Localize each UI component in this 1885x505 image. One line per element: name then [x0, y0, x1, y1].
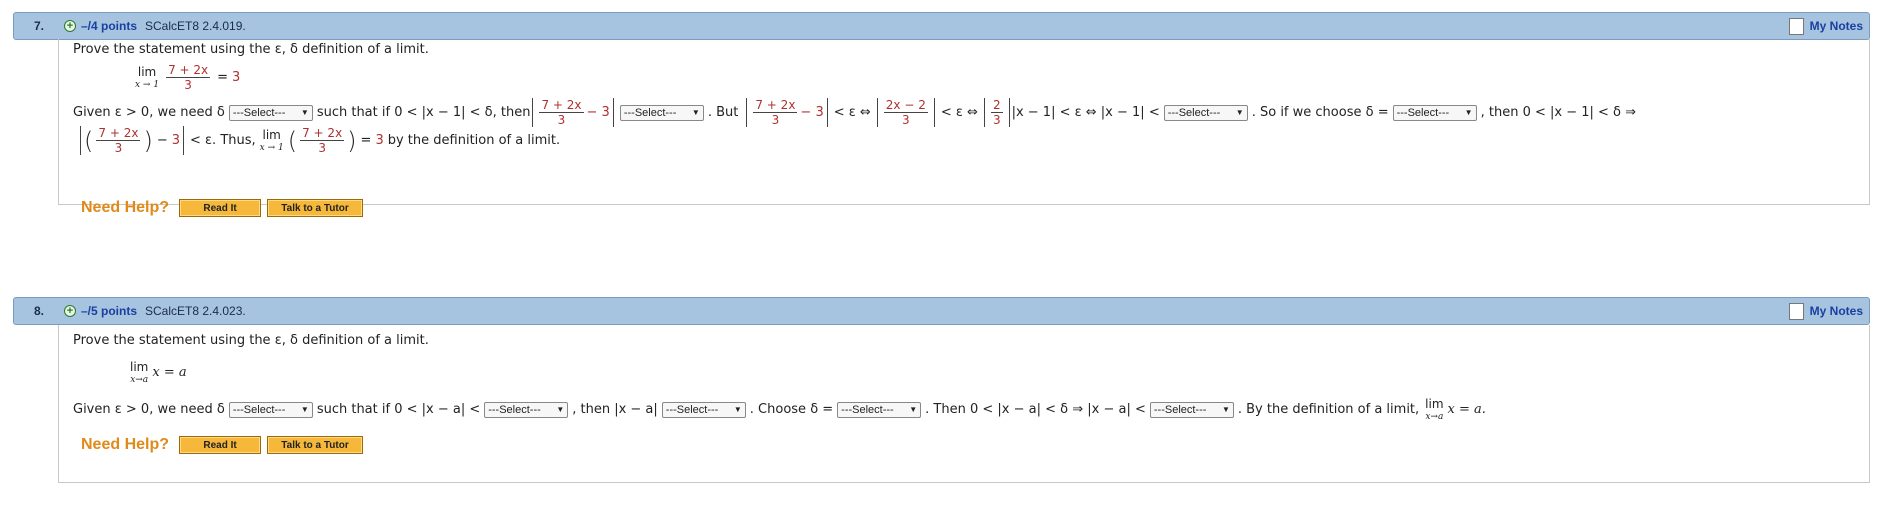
q7-proof-line1: Given ε > 0, we need δ ---Select--- ▼ suc… [73, 98, 1637, 127]
q7-select-3[interactable]: ---Select--- ▼ [1163, 104, 1248, 121]
need-help-title: Need Help? [81, 199, 170, 216]
question-number: 8. [33, 304, 44, 318]
expand-plus-icon[interactable]: + [64, 20, 76, 32]
talk-to-tutor-button[interactable]: Talk to a Tutor [267, 199, 364, 217]
q8-select-3[interactable]: ---Select--- ▼ [661, 401, 746, 418]
my-notes-toggle[interactable]: My Notes [1788, 302, 1863, 320]
source-label: SCalcET8 2.4.023. [145, 304, 246, 318]
my-notes-toggle[interactable]: My Notes [1788, 17, 1863, 35]
question-number: 7. [33, 19, 44, 33]
q7-statement: lim x → 1 7 + 2x 3 = 3 [135, 63, 241, 92]
notes-checkbox-icon[interactable] [1788, 17, 1804, 35]
question-7-header: 7. + –/4 points SCalcET8 2.4.019. My Not… [13, 12, 1870, 40]
talk-to-tutor-button[interactable]: Talk to a Tutor [267, 436, 364, 454]
q8-select-5[interactable]: ---Select--- ▼ [1149, 401, 1234, 418]
my-notes-label: My Notes [1809, 304, 1863, 318]
q8-proof-line: Given ε > 0, we need δ ---Select--- ▼ suc… [73, 397, 1486, 422]
notes-checkbox-icon[interactable] [1788, 302, 1804, 320]
q7-select-4[interactable]: ---Select--- ▼ [1392, 104, 1477, 121]
q8-need-help: Need Help? Read It Talk to a Tutor [81, 436, 369, 454]
q7-prompt: Prove the statement using the ε, δ defin… [73, 42, 429, 57]
my-notes-label: My Notes [1809, 19, 1863, 33]
source-label: SCalcET8 2.4.019. [145, 19, 246, 33]
read-it-button[interactable]: Read It [179, 436, 262, 454]
q7-select-2[interactable]: ---Select--- ▼ [619, 104, 704, 121]
q8-select-2[interactable]: ---Select--- ▼ [484, 401, 569, 418]
q7-select-1[interactable]: ---Select--- ▼ [228, 104, 313, 121]
q8-select-1[interactable]: ---Select--- ▼ [228, 401, 313, 418]
q8-statement: lim x→a x = a [130, 360, 187, 385]
points-label: –/4 points [81, 19, 138, 33]
question-8-header: 8. + –/5 points SCalcET8 2.4.023. My Not… [13, 297, 1870, 325]
q8-select-4[interactable]: ---Select--- ▼ [837, 401, 922, 418]
q7-proof-line2: (7 + 2x 3) −3 < ε. Thus, lim x → 1 (7 + 2x 3… [78, 126, 564, 155]
need-help-title: Need Help? [81, 436, 170, 453]
expand-plus-icon[interactable]: + [64, 305, 76, 317]
read-it-button[interactable]: Read It [179, 199, 262, 217]
q7-need-help: Need Help? Read It Talk to a Tutor [81, 199, 369, 217]
q8-prompt: Prove the statement using the ε, δ defin… [73, 333, 429, 348]
points-label: –/5 points [81, 304, 138, 318]
